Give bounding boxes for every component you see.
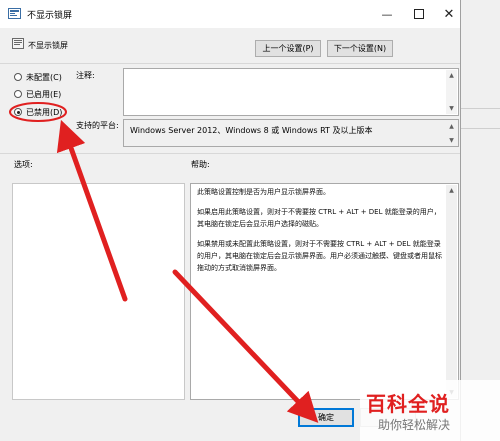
arrow-to-ok bbox=[172, 269, 319, 423]
watermark-title: 百科全说 bbox=[366, 392, 450, 416]
watermark-subtitle: 助你轻松解决 bbox=[378, 418, 451, 432]
annotation-overlay bbox=[9, 102, 319, 423]
arrow-to-disabled bbox=[56, 119, 128, 302]
watermark: 百科全说 助你轻松解决 bbox=[360, 380, 500, 441]
highlight-disabled-option bbox=[9, 102, 67, 122]
